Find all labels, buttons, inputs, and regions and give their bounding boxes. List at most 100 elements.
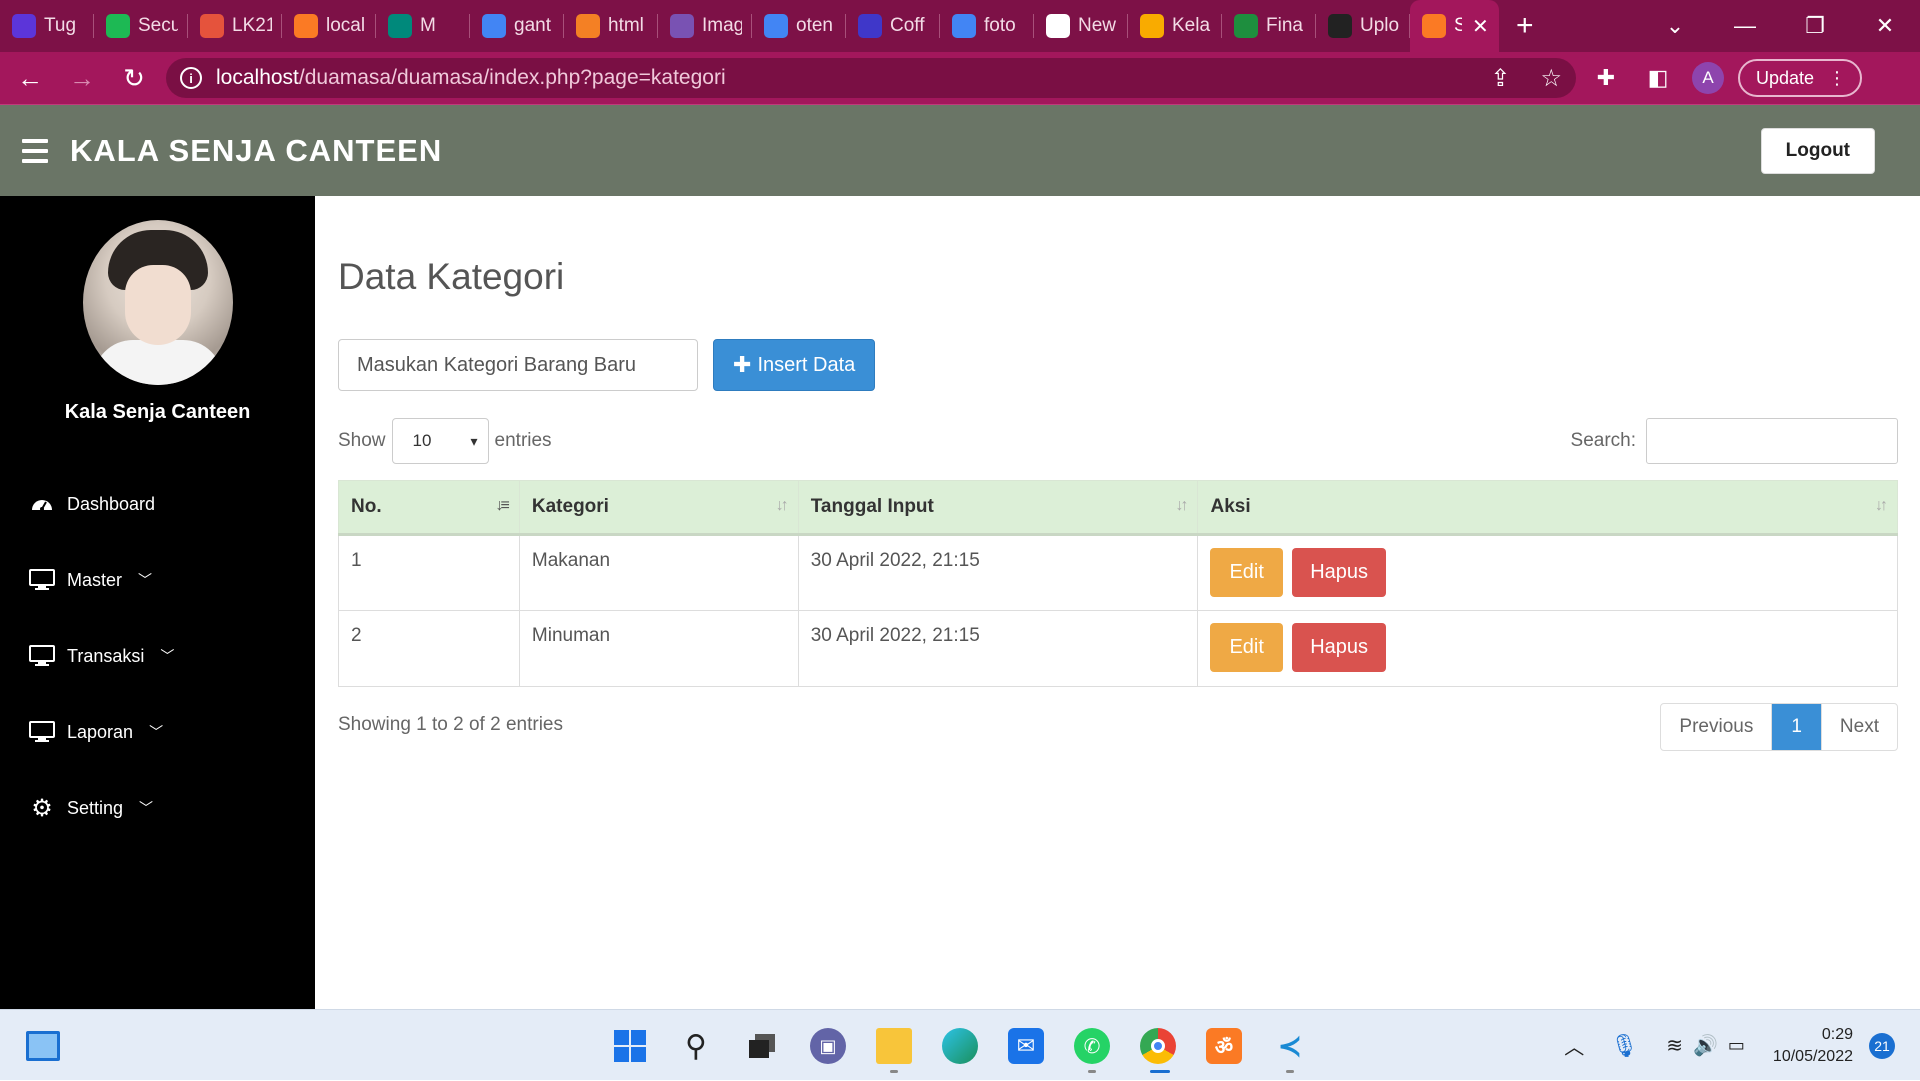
restore-button[interactable]: ❐: [1780, 0, 1850, 52]
profile-avatar[interactable]: A: [1692, 62, 1724, 94]
extensions-puzzle-icon[interactable]: ✚: [1584, 56, 1628, 100]
back-button[interactable]: ←: [8, 56, 52, 100]
chrome-icon: [1046, 14, 1070, 38]
chrome-icon[interactable]: [1140, 1028, 1176, 1064]
mail-icon[interactable]: ✉: [1008, 1028, 1044, 1064]
bootstrap-icon: [670, 14, 694, 38]
whatsapp-icon[interactable]: ✆: [1074, 1028, 1110, 1064]
vscode-icon[interactable]: ≺: [1272, 1028, 1308, 1064]
browser-tab[interactable]: Uplo: [1316, 0, 1410, 52]
browser-tab[interactable]: Fina: [1222, 0, 1316, 52]
edit-button[interactable]: Edit: [1210, 623, 1283, 672]
browser-tab[interactable]: Imag: [658, 0, 752, 52]
update-button[interactable]: Update ⋮: [1738, 59, 1863, 97]
chevron-down-icon: ﹀: [160, 648, 175, 664]
sidebar-item-laporan[interactable]: Laporan ﹀: [0, 694, 315, 770]
entries-select-value: 10: [412, 431, 432, 450]
xampp-icon[interactable]: ॐ: [1206, 1028, 1242, 1064]
delete-button[interactable]: Hapus: [1292, 548, 1387, 597]
microphone-icon[interactable]: 🎙: [1610, 1033, 1638, 1059]
show-hidden-icons-chevron-icon[interactable]: ︿: [1564, 1031, 1584, 1060]
sidebar-item-master[interactable]: Master ﹀: [0, 542, 315, 618]
spotify-icon: [106, 14, 130, 38]
share-icon[interactable]: ⇪: [1490, 64, 1510, 93]
windows-start-icon[interactable]: [612, 1028, 648, 1064]
next-page-button[interactable]: Next: [1820, 704, 1897, 750]
browser-tab[interactable]: Secu: [94, 0, 188, 52]
previous-page-button[interactable]: Previous: [1661, 704, 1771, 750]
logout-button[interactable]: Logout: [1760, 127, 1875, 174]
edge-icon[interactable]: [942, 1028, 978, 1064]
task-view-icon[interactable]: [744, 1028, 780, 1064]
browser-tab[interactable]: M: [376, 0, 470, 52]
tab-search-chevron-icon[interactable]: ⌄: [1640, 0, 1710, 52]
entries-length-control: Show 10 ▾ entries: [338, 418, 552, 464]
browser-tab[interactable]: LK21: [188, 0, 282, 52]
new-tab-button[interactable]: +: [1499, 0, 1551, 52]
browser-tab[interactable]: foto: [940, 0, 1034, 52]
entries-select[interactable]: 10 ▾: [391, 418, 489, 464]
chevron-down-icon: ﹀: [138, 572, 153, 588]
bookmark-star-icon[interactable]: ☆: [1540, 64, 1562, 93]
column-header-kategori[interactable]: Kategori ↓↑: [518, 480, 799, 536]
sort-desc-icon: ↓≡: [495, 497, 510, 514]
close-tab-icon[interactable]: ✕: [1472, 14, 1489, 39]
address-bar[interactable]: i localhost/duamasa/duamasa/index.php?pa…: [166, 58, 1576, 98]
browser-tab-title: LK21: [232, 15, 272, 36]
category-input[interactable]: [338, 339, 698, 391]
forward-button[interactable]: →: [60, 56, 104, 100]
column-header-no[interactable]: No. ↓≡: [338, 480, 520, 536]
search-input[interactable]: [1646, 418, 1898, 464]
column-header-tanggal-input[interactable]: Tanggal Input ↓↑: [797, 480, 1199, 536]
volume-icon[interactable]: 🔊: [1693, 1033, 1718, 1058]
site-info-icon[interactable]: i: [180, 67, 202, 89]
sidebar-item-dashboard[interactable]: Dashboard: [0, 466, 315, 542]
notification-badge[interactable]: 21: [1869, 1032, 1895, 1059]
browser-tab[interactable]: gant: [470, 0, 564, 52]
insert-data-button[interactable]: ✚ Insert Data: [713, 339, 876, 391]
gear-icon: ⚙: [31, 794, 53, 822]
browser-tab[interactable]: Kela: [1128, 0, 1222, 52]
file-explorer-icon[interactable]: [876, 1028, 912, 1064]
browser-tab-title: New: [1078, 15, 1117, 36]
column-header-aksi[interactable]: Aksi ↓↑: [1197, 480, 1898, 536]
browser-tab[interactable]: Tug: [0, 0, 94, 52]
reload-button[interactable]: ↻: [112, 56, 156, 100]
browser-tab[interactable]: New: [1034, 0, 1128, 52]
browser-tab[interactable]: local: [282, 0, 376, 52]
browser-tab[interactable]: S ✕: [1410, 0, 1499, 52]
monitor-icon: [29, 645, 55, 667]
search-icon[interactable]: ⚲: [678, 1028, 714, 1064]
sidebar-item-label: Transaksi: [67, 645, 145, 666]
upwork-icon: [858, 14, 882, 38]
table-header-row: No. ↓≡ Kategori ↓↑ Tanggal Input ↓↑ Aksi ↓↑: [338, 480, 1898, 536]
chevron-down-icon: ▾: [470, 432, 478, 449]
hamburger-menu-icon[interactable]: [22, 138, 48, 163]
cell-kategori: Minuman: [518, 610, 799, 687]
side-panel-icon[interactable]: ◧: [1636, 56, 1680, 100]
system-clock[interactable]: 0:29 10/05/2022: [1773, 1024, 1853, 1068]
battery-icon[interactable]: ▭: [1728, 1035, 1745, 1056]
wifi-icon[interactable]: ≋: [1666, 1033, 1683, 1058]
edit-button[interactable]: Edit: [1210, 548, 1283, 597]
browser-tab-title: Uplo: [1360, 15, 1400, 36]
insert-data-label: Insert Data: [757, 353, 856, 376]
page-1-button[interactable]: 1: [1771, 704, 1821, 750]
minimize-button[interactable]: —: [1710, 0, 1780, 52]
browser-tab[interactable]: html: [564, 0, 658, 52]
teams-chat-icon[interactable]: ▣: [810, 1028, 846, 1064]
sidebar-item-transaksi[interactable]: Transaksi ﹀: [0, 618, 315, 694]
browser-tab-title: Coff: [890, 15, 925, 36]
browser-tab-title: foto: [984, 15, 1016, 36]
delete-button[interactable]: Hapus: [1292, 623, 1387, 672]
close-window-button[interactable]: ✕: [1850, 0, 1920, 52]
browser-tab-title: html: [608, 15, 644, 36]
sidebar-item-setting[interactable]: ⚙ Setting ﹀: [0, 770, 315, 846]
main-content: Data Kategori ✚ Insert Data Show 10 ▾ en…: [315, 196, 1920, 1009]
browser-tab[interactable]: oten: [752, 0, 846, 52]
cell-kategori: Makanan: [518, 534, 799, 611]
widgets-icon[interactable]: [26, 1031, 60, 1061]
chevron-down-icon: ﹀: [139, 800, 154, 816]
user-avatar: [83, 220, 233, 385]
browser-tab[interactable]: Coff: [846, 0, 940, 52]
